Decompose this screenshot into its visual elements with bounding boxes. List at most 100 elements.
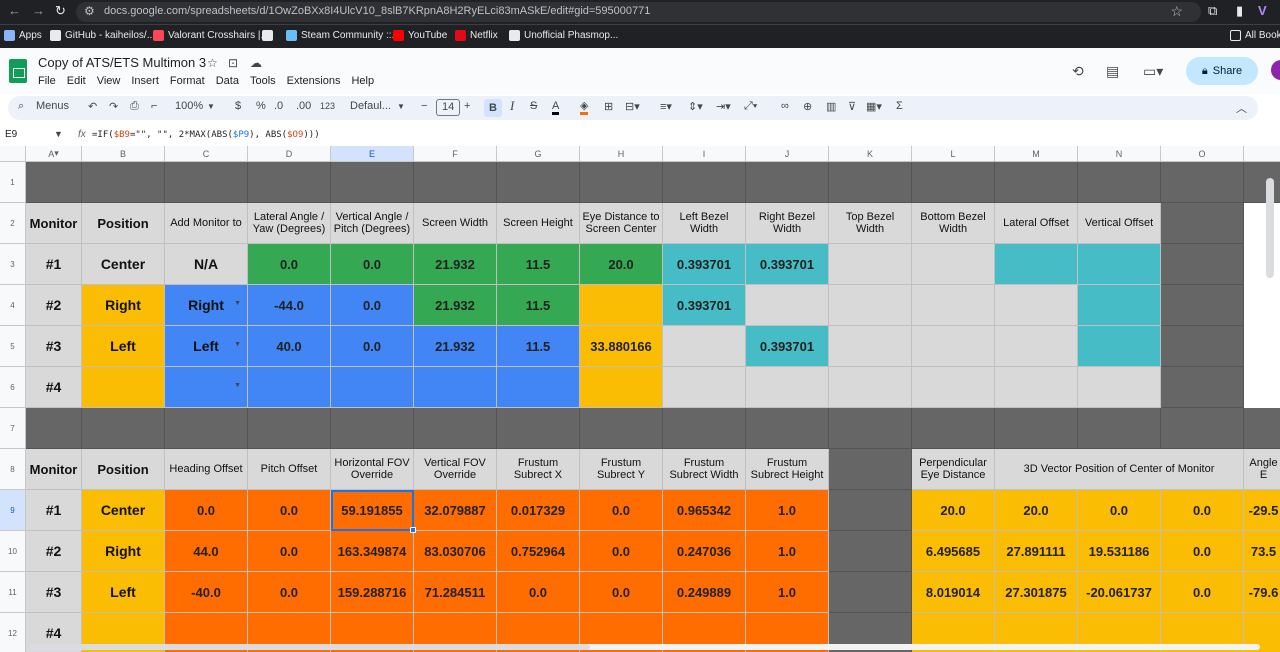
cell[interactable] — [248, 408, 331, 449]
cell-j3[interactable]: 0.393701 — [746, 244, 829, 285]
cell-b4[interactable]: Right — [82, 285, 165, 326]
cell-n11[interactable]: -20.061737 — [1078, 572, 1161, 613]
cell[interactable] — [165, 408, 248, 449]
all-bookmarks[interactable]: All Bookm — [1230, 30, 1280, 41]
column-header[interactable]: C — [165, 146, 248, 162]
cell-g4[interactable]: 11.5 — [497, 285, 580, 326]
row-header[interactable]: 8 — [0, 449, 26, 490]
cell[interactable] — [1244, 285, 1280, 326]
cell-b10[interactable]: Right — [82, 531, 165, 572]
cell-p8[interactable]: Angle E — [1244, 449, 1280, 490]
column-header[interactable]: E — [331, 146, 414, 162]
cell-f8[interactable]: Vertical FOV Override — [414, 449, 497, 490]
cell[interactable] — [912, 162, 995, 203]
sheets-logo-icon[interactable] — [9, 59, 27, 83]
cell[interactable] — [331, 408, 414, 449]
cell-d8[interactable]: Pitch Offset — [248, 449, 331, 490]
spreadsheet-grid[interactable]: A ▾ B C D E F G H I J K L M N O 1 2 3 4 5 6 7 8 9 10 11 12 Monitor P… — [0, 146, 1280, 652]
cell-d9[interactable]: 0.0 — [248, 490, 331, 531]
row-header[interactable]: 12 — [0, 613, 26, 652]
italic-icon[interactable]: I — [510, 98, 514, 114]
cell[interactable] — [1161, 285, 1244, 326]
cell-f6[interactable] — [414, 367, 497, 408]
cell[interactable] — [829, 572, 912, 613]
cell-n9[interactable]: 0.0 — [1078, 490, 1161, 531]
cell-e9[interactable]: 59.191855 — [331, 490, 414, 531]
history-icon[interactable]: ⟲ — [1072, 63, 1084, 80]
cell-b3[interactable]: Center — [82, 244, 165, 285]
comments-icon[interactable]: ▤ — [1106, 63, 1119, 80]
undo-icon[interactable]: ↶ — [88, 100, 97, 113]
cell[interactable] — [1161, 203, 1244, 244]
bookmark-github[interactable]: GitHub - kaiheilos/... — [50, 30, 155, 41]
column-header[interactable]: H — [580, 146, 663, 162]
cell-b11[interactable]: Left — [82, 572, 165, 613]
cell-c6[interactable]: ▼ — [165, 367, 248, 408]
cell-e4[interactable]: 0.0 — [331, 285, 414, 326]
cell[interactable] — [1161, 367, 1244, 408]
cell-a2[interactable]: Monitor — [26, 203, 82, 244]
bookmark-netflix[interactable]: Netflix — [455, 30, 498, 41]
cell-l2[interactable]: Bottom Bezel Width — [912, 203, 995, 244]
site-info-icon[interactable]: ⚙ — [84, 4, 95, 18]
cell[interactable] — [1161, 408, 1244, 449]
cell-c9[interactable]: 0.0 — [165, 490, 248, 531]
cell-n10[interactable]: 19.531186 — [1078, 531, 1161, 572]
row-header[interactable]: 9 — [0, 490, 26, 531]
percent-format[interactable]: % — [256, 100, 266, 112]
column-header[interactable]: I — [663, 146, 746, 162]
row-header[interactable]: 5 — [0, 326, 26, 367]
redo-icon[interactable]: ↷ — [109, 100, 118, 113]
cell-h9[interactable]: 0.0 — [580, 490, 663, 531]
cell-l3[interactable] — [912, 244, 995, 285]
cell-n4[interactable] — [1078, 285, 1161, 326]
cell[interactable] — [1161, 162, 1244, 203]
bookmark-apps[interactable]: Apps — [4, 30, 42, 41]
cell-b8[interactable]: Position — [82, 449, 165, 490]
chevron-down-icon[interactable]: ▾ — [54, 148, 59, 159]
cell[interactable] — [663, 162, 746, 203]
cell-n2[interactable]: Vertical Offset — [1078, 203, 1161, 244]
insert-comment-icon[interactable]: ⊕ — [803, 100, 812, 113]
cell[interactable] — [1161, 244, 1244, 285]
cell-g10[interactable]: 0.752964 — [497, 531, 580, 572]
reload-icon[interactable]: ↻ — [55, 3, 66, 19]
text-wrap-icon[interactable]: ⇥▾ — [716, 100, 731, 113]
cell-f5[interactable]: 21.932 — [414, 326, 497, 367]
name-box[interactable]: E9 — [5, 129, 17, 140]
cell-f10[interactable]: 83.030706 — [414, 531, 497, 572]
cell-a3[interactable]: #1 — [26, 244, 82, 285]
column-header[interactable]: A ▾ — [26, 146, 82, 162]
cell-e11[interactable]: 159.288716 — [331, 572, 414, 613]
cell-d6[interactable] — [248, 367, 331, 408]
cell-f4[interactable]: 21.932 — [414, 285, 497, 326]
column-header[interactable]: O — [1161, 146, 1244, 162]
cell-a10[interactable]: #2 — [26, 531, 82, 572]
cell[interactable] — [1078, 162, 1161, 203]
cell-j9[interactable]: 1.0 — [746, 490, 829, 531]
cell-j6[interactable] — [746, 367, 829, 408]
cell-e3[interactable]: 0.0 — [331, 244, 414, 285]
cell[interactable] — [414, 408, 497, 449]
menu-extensions[interactable]: Extensions — [287, 75, 341, 87]
strikethrough-icon[interactable]: S — [530, 100, 537, 112]
formula-input[interactable]: =IF($B9="", "", 2*MAX(ABS($P9), ABS($O9)… — [92, 130, 320, 140]
cell[interactable] — [1078, 408, 1161, 449]
cloud-status-icon[interactable]: ☁ — [250, 56, 262, 70]
cell-g6[interactable] — [497, 367, 580, 408]
cell[interactable] — [829, 449, 912, 490]
column-header[interactable]: M — [995, 146, 1078, 162]
column-header[interactable] — [1244, 146, 1280, 162]
bookmark-star-icon[interactable]: ☆ — [1170, 3, 1183, 20]
cell[interactable] — [26, 408, 82, 449]
bookmark-phasmo[interactable]: Unofficial Phasmop... — [509, 30, 618, 41]
fill-color-icon[interactable]: ◈ — [580, 100, 589, 115]
menu-file[interactable]: File — [38, 75, 56, 87]
cell-m10[interactable]: 27.891111 — [995, 531, 1078, 572]
menu-format[interactable]: Format — [170, 75, 205, 87]
cell-a9[interactable]: #1 — [26, 490, 82, 531]
cell-d4[interactable]: -44.0 — [248, 285, 331, 326]
dropdown-chevron-icon[interactable]: ▼ — [234, 341, 241, 348]
merge-cells-icon[interactable]: ⊟▾ — [625, 100, 640, 113]
cell[interactable] — [26, 162, 82, 203]
